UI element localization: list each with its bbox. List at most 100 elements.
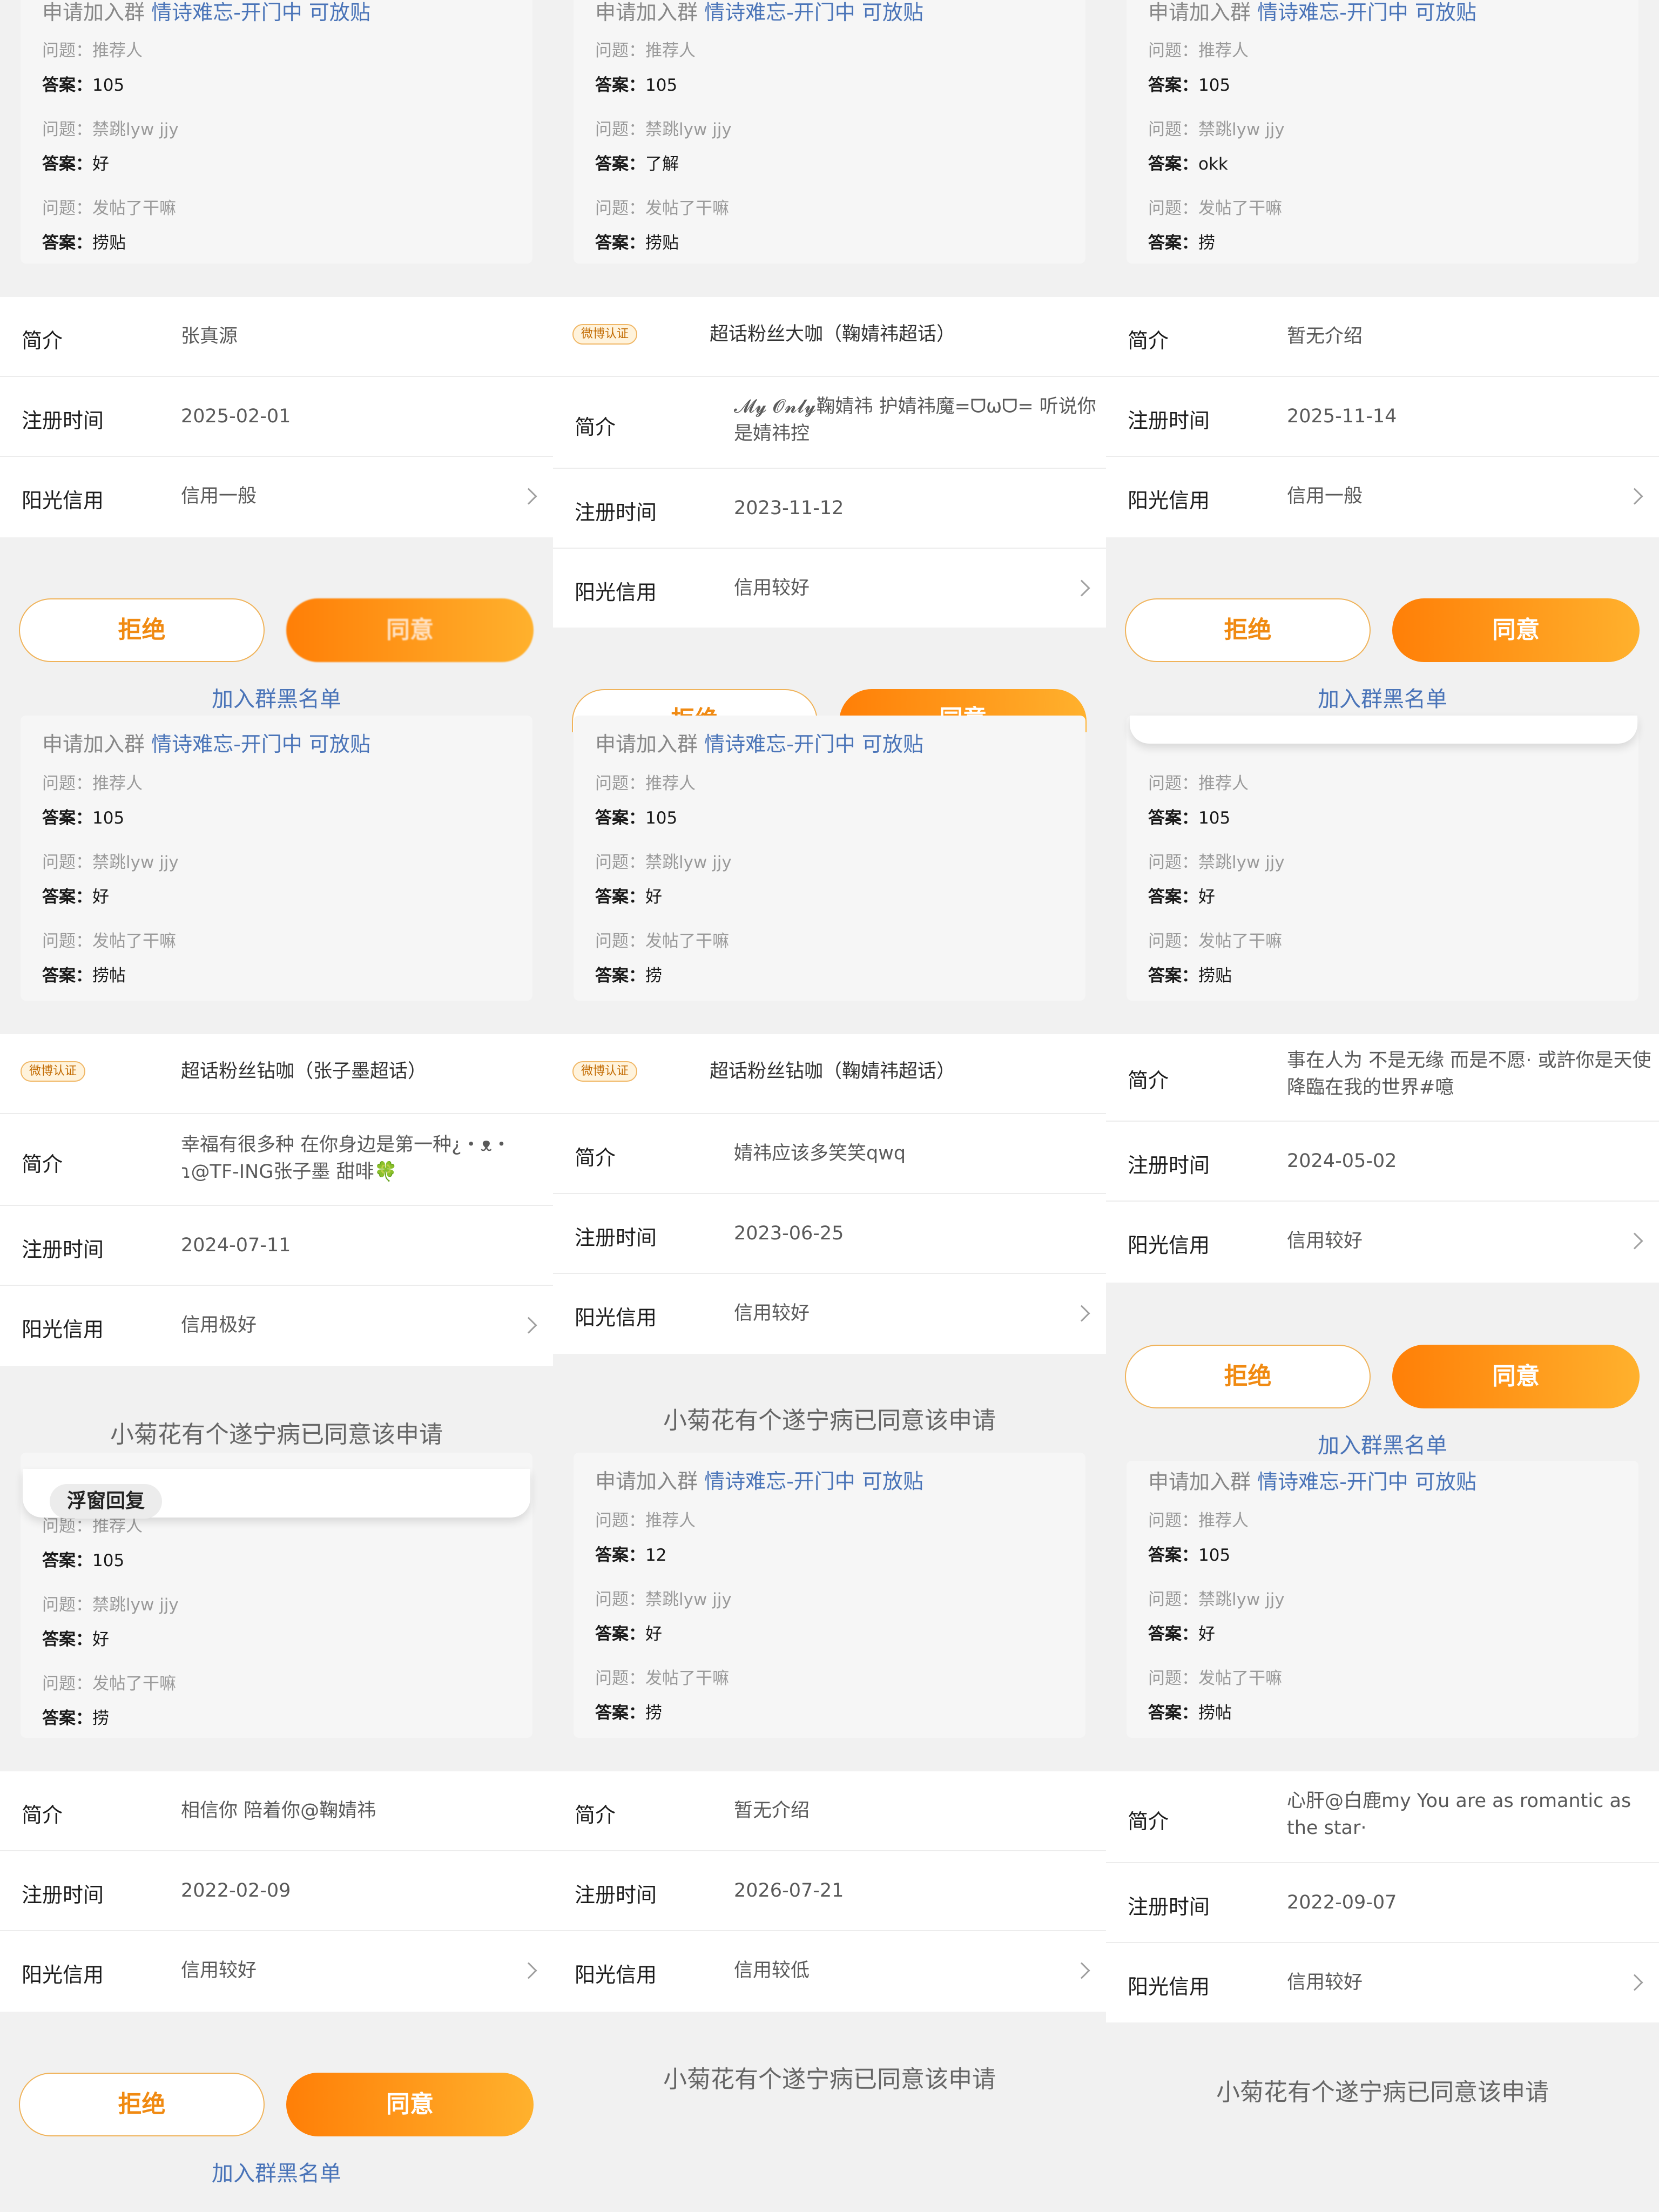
intro-label: 简介 <box>575 1146 616 1170</box>
credit-label: 阳光信用 <box>1128 1233 1210 1257</box>
qa-header: 申请加入群 情诗难忘-开门中 可放贴 <box>595 732 923 756</box>
application-qa-card: 申请加入群 情诗难忘-开门中 可放贴 问题：推荐人 答案：105 问题：禁跳ly… <box>1127 1461 1638 1738</box>
register-label: 注册时间 <box>1128 1895 1210 1919</box>
answer: 答案：12 <box>595 1546 667 1565</box>
register-date: 2025-11-14 <box>1287 406 1397 427</box>
credit-value: 信用较好 <box>1287 1972 1363 1993</box>
group-link[interactable]: 情诗难忘-开门中 可放贴 <box>704 732 923 756</box>
credit-row[interactable]: 阳光信用 信用一般 <box>0 457 553 537</box>
application-qa-card: 申请加入群 情诗难忘-开门中 可放贴 问题：推荐人 答案：12 问题：禁跳lyw… <box>574 1453 1085 1738</box>
answer: 答案：okk <box>1148 154 1228 174</box>
qa-header: 申请加入群 情诗难忘-开门中 可放贴 <box>42 732 370 756</box>
question: 问题：发帖了干嘛 <box>1148 1669 1282 1688</box>
credit-row[interactable]: 阳光信用 信用极好 <box>0 1286 553 1366</box>
register-row: 注册时间 2023-06-25 <box>553 1194 1106 1274</box>
credit-label: 阳光信用 <box>575 581 657 604</box>
group-link[interactable]: 情诗难忘-开门中 可放贴 <box>1257 1 1476 24</box>
intro-row: 简介 暂无介绍 <box>553 1771 1106 1851</box>
group-link[interactable]: 情诗难忘-开门中 可放贴 <box>704 1 923 24</box>
answer: 答案：好 <box>42 154 109 174</box>
question: 问题：推荐人 <box>42 41 143 60</box>
question: 问题：禁跳lyw jjy <box>42 853 179 872</box>
register-row: 注册时间 2025-02-01 <box>0 377 553 457</box>
intro-row: 简介 暂无介绍 <box>1106 297 1659 377</box>
group-link[interactable]: 情诗难忘-开门中 可放贴 <box>1257 1470 1476 1494</box>
intro-value: 相信你 陪着你@鞠婧祎 <box>181 1800 376 1822</box>
question: 问题：禁跳lyw jjy <box>595 853 732 872</box>
group-link[interactable]: 情诗难忘-开门中 可放贴 <box>151 732 370 756</box>
credit-value: 信用较好 <box>734 577 810 599</box>
applicant-info: 微博认证 超话粉丝大咖（鞠婧祎超话） 简介 𝓜𝔂 𝓞𝓷𝓵𝔂鞠婧祎 护婧祎魔=ᗜω… <box>553 297 1106 628</box>
intro-label: 简介 <box>1128 1810 1169 1833</box>
accept-button[interactable]: 同意 <box>1392 1345 1640 1408</box>
application-qa-card: 问题：推荐人 答案：105 问题：禁跳lyw jjy 答案：好 问题：发帖了干嘛… <box>1127 716 1638 1001</box>
blacklist-link[interactable]: 加入群黑名单 <box>1106 682 1659 713</box>
floating-reply-bubble[interactable] <box>1130 716 1637 744</box>
credit-row[interactable]: 阳光信用 信用较好 <box>0 1931 553 2011</box>
register-row: 注册时间 2024-07-11 <box>0 1206 553 1286</box>
intro-label: 简介 <box>1128 1069 1169 1092</box>
credit-row[interactable]: 阳光信用 信用较好 <box>1106 1202 1659 1282</box>
credit-row[interactable]: 阳光信用 信用较低 <box>553 1931 1106 2011</box>
register-label: 注册时间 <box>1128 1154 1210 1177</box>
reject-button[interactable]: 拒绝 <box>1125 1345 1371 1408</box>
intro-value: 心肝@白鹿my You are as romantic as the star· <box>1287 1790 1631 1839</box>
approved-message: 小菊花有个遂宁病已同意该申请 <box>663 1407 996 1434</box>
intro-row: 简介 𝓜𝔂 𝓞𝓷𝓵𝔂鞠婧祎 护婧祎魔=ᗜωᗜ= 听说你是婧祎控 <box>553 377 1106 469</box>
applicant-info: 简介 事在人为 不是无缘 而是不愿· 或許你是天使降臨在我的世界#噫 注册时间 … <box>1106 1034 1659 1283</box>
floating-reply-button[interactable]: 浮窗回复 <box>50 1484 163 1519</box>
credit-label: 阳光信用 <box>22 489 104 512</box>
fan-title: 超话粉丝钻咖（鞠婧祎超话） <box>710 1061 956 1082</box>
credit-label: 阳光信用 <box>22 1318 104 1341</box>
register-row: 注册时间 2026-07-21 <box>553 1851 1106 1931</box>
accept-button[interactable]: 同意 <box>286 2073 534 2136</box>
fan-row: 微博认证 超话粉丝钻咖（鞠婧祎超话） <box>553 1034 1106 1114</box>
reject-button[interactable]: 拒绝 <box>19 2073 265 2136</box>
application-qa-card: 申请加入群 情诗难忘-开门中 可放贴 问题：推荐人 答案：105 问题：禁跳ly… <box>574 716 1085 1001</box>
intro-value: 幸福有很多种 在你身边是第一种¿・ᴥ・ɿ@TF-ING张子墨 甜啡🍀 <box>181 1134 511 1183</box>
applicant-info: 简介 张真源 注册时间 2025-02-01 阳光信用 信用一般 <box>0 297 553 537</box>
intro-row: 简介 张真源 <box>0 297 553 377</box>
verified-badge: 微博认证 <box>21 1061 86 1082</box>
credit-value: 信用较好 <box>1287 1230 1363 1252</box>
question: 问题：禁跳lyw jjy <box>595 1590 732 1609</box>
group-link[interactable]: 情诗难忘-开门中 可放贴 <box>704 1469 923 1493</box>
question: 问题：禁跳lyw jjy <box>1148 120 1285 139</box>
register-label: 注册时间 <box>1128 409 1210 433</box>
accept-button[interactable]: 同意 <box>1392 598 1640 662</box>
question: 问题：推荐人 <box>1148 1511 1249 1530</box>
accept-button[interactable]: 同意 <box>286 598 534 662</box>
screenshot-column-2: 申请加入群 情诗难忘-开门中 可放贴 问题：推荐人 答案：105 问题：禁跳ly… <box>553 0 1106 2212</box>
approved-message: 小菊花有个遂宁病已同意该申请 <box>110 1421 443 1448</box>
credit-row[interactable]: 阳光信用 信用一般 <box>1106 457 1659 537</box>
question: 问题：发帖了干嘛 <box>595 932 729 951</box>
question: 问题：发帖了干嘛 <box>595 199 729 218</box>
approved-message: 小菊花有个遂宁病已同意该申请 <box>1216 2079 1549 2106</box>
group-link[interactable]: 情诗难忘-开门中 可放贴 <box>151 1 370 24</box>
credit-row[interactable]: 阳光信用 信用较好 <box>1106 1943 1659 2022</box>
application-qa-card: 申请加入群 情诗难忘-开门中 可放贴 问题：推荐人 答案：105 问题：禁跳ly… <box>574 0 1085 264</box>
register-date: 2022-09-07 <box>1287 1892 1397 1913</box>
question: 问题：禁跳lyw jjy <box>42 120 179 139</box>
credit-row[interactable]: 阳光信用 信用较好 <box>553 549 1106 628</box>
answer: 答案：好 <box>595 1624 662 1644</box>
register-label: 注册时间 <box>575 1226 657 1250</box>
reject-button[interactable]: 拒绝 <box>19 598 265 662</box>
approved-message: 小菊花有个遂宁病已同意该申请 <box>663 2066 996 2093</box>
applicant-info: 微博认证 超话粉丝钻咖（张子墨超话） 简介 幸福有很多种 在你身边是第一种¿・ᴥ… <box>0 1034 553 1366</box>
floating-reply-bubble[interactable]: 浮窗回复 <box>23 1469 530 1519</box>
blacklist-link[interactable]: 加入群黑名单 <box>1106 1428 1659 1459</box>
question: 问题：发帖了干嘛 <box>42 1674 176 1694</box>
question: 问题：推荐人 <box>1148 774 1249 793</box>
answer: 答案：好 <box>1148 1624 1215 1644</box>
intro-value: 𝓜𝔂 𝓞𝓷𝓵𝔂鞠婧祎 护婧祎魔=ᗜωᗜ= 听说你是婧祎控 <box>734 396 1096 444</box>
intro-label: 简介 <box>22 1152 63 1176</box>
blacklist-link[interactable]: 加入群黑名单 <box>0 2156 553 2187</box>
credit-row[interactable]: 阳光信用 信用较好 <box>553 1274 1106 1354</box>
question: 问题：禁跳lyw jjy <box>1148 853 1285 872</box>
register-row: 注册时间 2025-11-14 <box>1106 377 1659 457</box>
reject-button[interactable]: 拒绝 <box>1125 598 1371 662</box>
blacklist-link[interactable]: 加入群黑名单 <box>0 682 553 713</box>
register-date: 2026-07-21 <box>734 1880 844 1901</box>
answer: 答案：捞 <box>595 966 662 986</box>
